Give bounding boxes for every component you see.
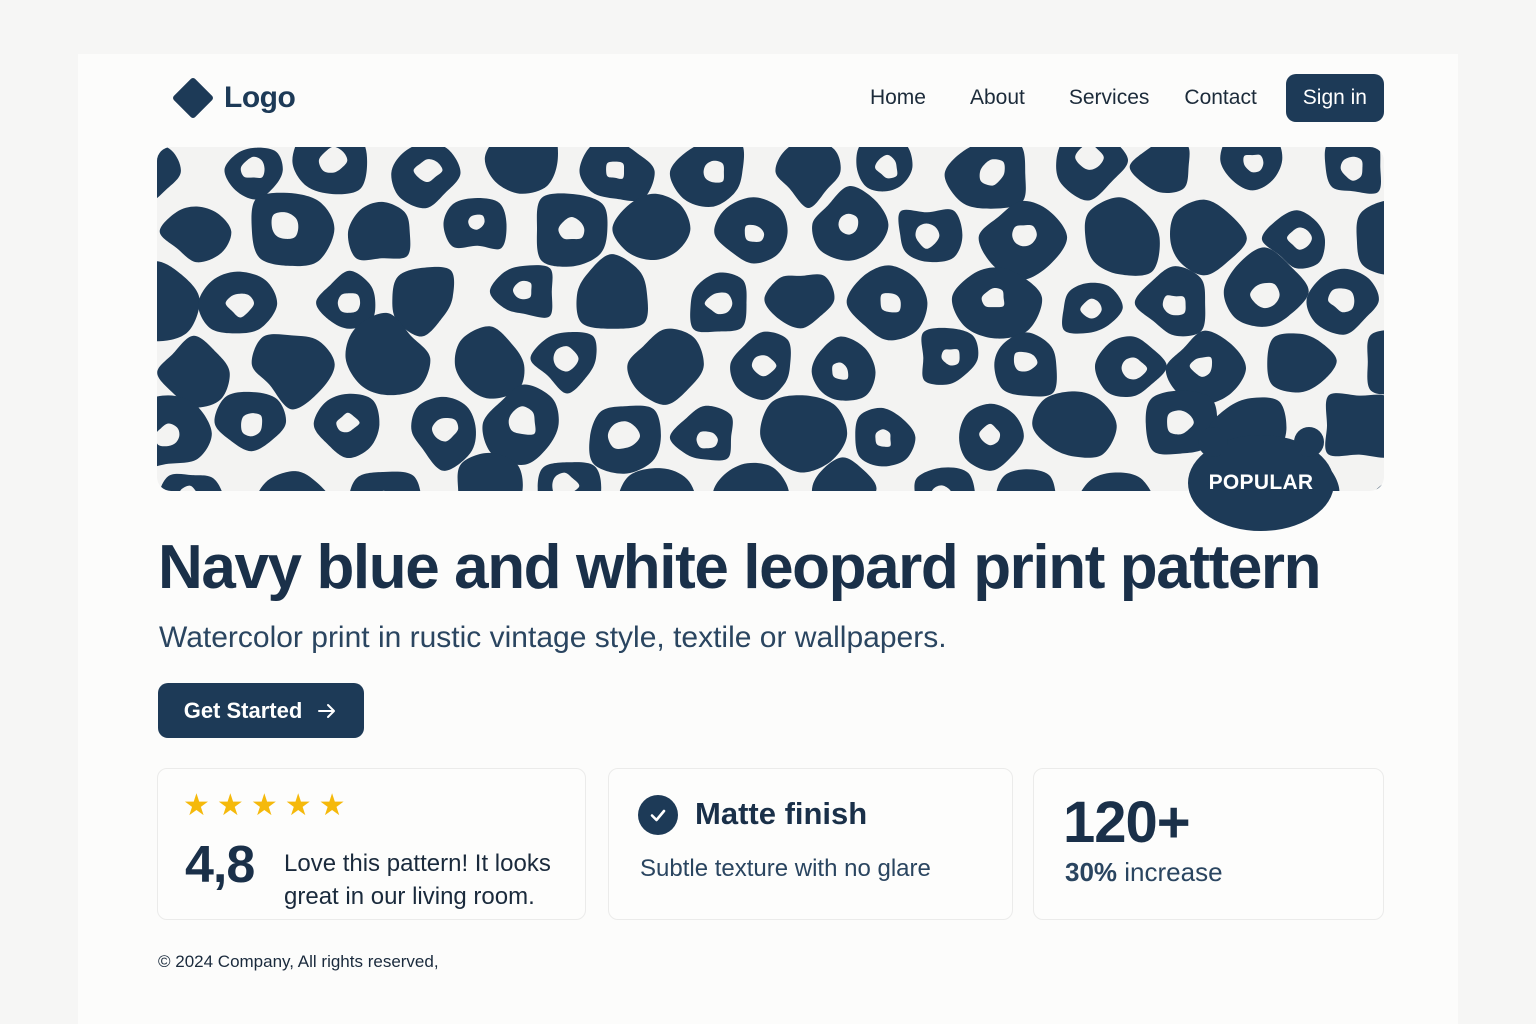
star-icon: ★ — [250, 789, 278, 822]
leopard-spot — [996, 469, 1056, 491]
leopard-spot — [1032, 391, 1117, 458]
nav-home[interactable]: Home — [870, 86, 926, 110]
star-icon: ★ — [183, 789, 210, 822]
footer-copyright: © 2024 Company, All rights reserved, — [158, 952, 439, 971]
star-icon: ★ — [318, 789, 346, 822]
leopard-spot — [159, 206, 232, 263]
leopard-spot — [350, 471, 421, 491]
leopard-spot — [1081, 472, 1151, 491]
get-started-label: Get Started — [183, 697, 303, 723]
sign-in-button[interactable]: Sign in — [1285, 74, 1384, 122]
leopard-spot — [627, 328, 704, 405]
star-icon: ★ — [216, 789, 244, 822]
stat-label-text: increase — [1124, 857, 1223, 887]
leopard-spot — [259, 471, 326, 491]
stat-highlight: 30% — [1065, 857, 1118, 887]
star-icon: ★ — [284, 789, 312, 822]
page-title: Navy blue and white leopard print patter… — [158, 533, 1322, 602]
leopard-spot — [612, 193, 691, 261]
logo-text: Logo — [224, 81, 296, 114]
page: Logo Home About Services Contact Sign in… — [78, 54, 1458, 1024]
leopard-spot — [337, 293, 361, 313]
leopard-spot — [1325, 393, 1384, 458]
leopard-spot — [1367, 330, 1384, 395]
leopard-spot — [875, 429, 891, 447]
review-text: Love this pattern! It looks great in our… — [284, 850, 551, 910]
leopard-spot — [454, 326, 525, 399]
arrow-right-icon — [318, 703, 336, 718]
leopard-spot — [606, 161, 625, 179]
leopard-spot — [1170, 199, 1247, 276]
rating-value: 4,8 — [185, 836, 255, 894]
leopard-spot — [157, 147, 181, 199]
rating-card: ★ ★ ★ ★ ★ 4,8 Love this pattern! It look… — [157, 768, 586, 920]
logo[interactable]: Logo — [171, 76, 296, 120]
feature-card: Matte finish Subtle texture with no glar… — [608, 768, 1013, 920]
leopard-spot — [157, 261, 200, 342]
main-nav: Home About Services Contact Sign in — [870, 74, 1384, 122]
leopard-spot — [1084, 197, 1160, 276]
stat-card: 120+ 30% increase — [1033, 768, 1384, 920]
leopard-spot — [1374, 482, 1384, 491]
feature-description: Subtle texture with no glare — [640, 855, 931, 882]
leopard-spot — [347, 201, 411, 261]
badge-label: POPULAR — [1208, 471, 1314, 494]
nav-services[interactable]: Services — [1069, 86, 1150, 110]
get-started-button[interactable]: Get Started — [158, 683, 364, 738]
leopard-spot — [576, 254, 648, 329]
leopard-spot — [1356, 201, 1384, 275]
popular-badge: POPULAR — [1188, 427, 1334, 531]
nav-contact[interactable]: Contact — [1184, 86, 1256, 110]
leopard-spot — [1267, 333, 1337, 393]
check-circle-icon — [638, 795, 678, 835]
feature-title: Matte finish — [695, 796, 868, 831]
stat-value: 120+ — [1063, 790, 1191, 855]
leopard-spot — [1129, 147, 1190, 193]
page-subtitle: Watercolor print in rustic vintage style… — [159, 621, 947, 654]
star-rating: ★ ★ ★ ★ ★ — [183, 791, 346, 821]
diamond-icon — [171, 76, 215, 120]
leopard-spot — [484, 147, 558, 194]
stat-label: 30% increase — [1065, 857, 1223, 888]
nav-about[interactable]: About — [970, 86, 1025, 110]
leopard-spot — [713, 462, 789, 491]
leopard-spot — [775, 147, 841, 209]
leopard-spot — [764, 274, 835, 329]
